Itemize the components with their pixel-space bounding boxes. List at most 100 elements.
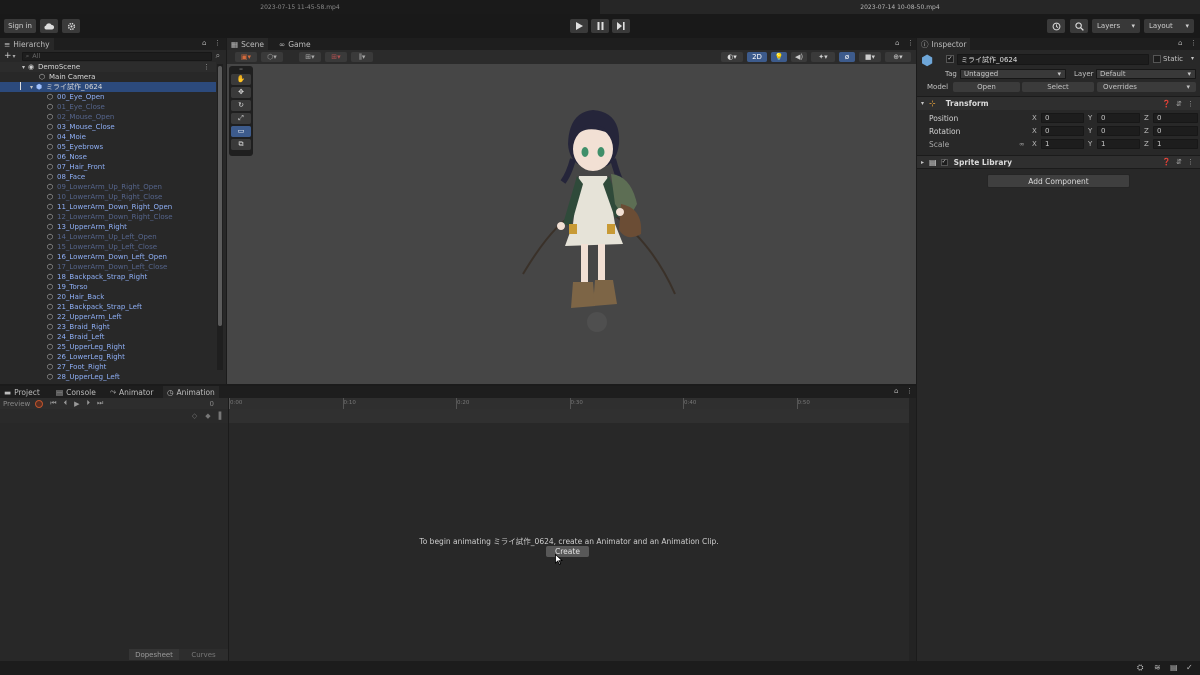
scale-tool-icon[interactable]: ⤢ [231, 113, 251, 124]
curves-tab[interactable]: Curves [179, 649, 228, 660]
next-key-icon[interactable]: ⏵ [86, 399, 90, 408]
audio-icon[interactable]: ◀) [791, 52, 807, 62]
background-tasks-icon[interactable]: ⛭ [1137, 663, 1143, 673]
tree-item[interactable]: ⬡ 20_Hair_Back [0, 292, 216, 302]
rotation-z-field[interactable]: 0 [1153, 126, 1198, 136]
2d-toggle-button[interactable]: 2D [747, 52, 767, 62]
tab-animator[interactable]: ⤳ Animator [106, 386, 157, 398]
position-y-field[interactable]: 0 [1097, 113, 1140, 123]
lock-icon[interactable]: ⌂ [1178, 39, 1182, 47]
create-animation-button[interactable]: Create [546, 546, 589, 557]
timeline-ruler[interactable]: 0:00 0:10 0:20 0:30 0:40 0:50 [229, 398, 909, 409]
drag-handle-icon[interactable]: ═ [231, 68, 251, 73]
layers-dropdown[interactable]: Layers ▾ [1092, 19, 1140, 33]
prev-key-icon[interactable]: ⏴ [64, 399, 68, 408]
help-icon[interactable]: ❓ [1162, 100, 1171, 108]
tree-item[interactable]: ⬡ 07_Hair_Front [0, 162, 216, 172]
chevron-down-icon[interactable]: ▾ [1191, 55, 1194, 62]
tab-scene[interactable]: ▦ Scene [227, 38, 268, 50]
component-menu-icon[interactable]: ⋮ [1187, 100, 1194, 108]
frame-field[interactable]: 0 [210, 400, 214, 408]
tab-hierarchy[interactable]: ≡ Hierarchy [0, 38, 54, 50]
event-marker-icon[interactable]: ▌ [219, 412, 224, 420]
tree-item[interactable]: ⬡ 11_LowerArm_Down_Right_Open [0, 202, 216, 212]
tab-animation[interactable]: ◷ Animation [163, 386, 219, 398]
tree-item[interactable]: ⬡ 04_Moie [0, 132, 216, 142]
camera-icon[interactable]: ■▾ [859, 52, 881, 62]
lighting-icon[interactable]: 💡 [771, 52, 787, 62]
overrides-dropdown[interactable]: Overrides ▾ [1097, 82, 1196, 92]
position-z-field[interactable]: 0 [1153, 113, 1198, 123]
tree-item[interactable]: ⬡ 16_LowerArm_Down_Left_Open [0, 252, 216, 262]
preset-icon[interactable]: ⇵ [1176, 158, 1182, 166]
transform-tool-icon[interactable]: ⧉ [231, 139, 251, 150]
record-icon[interactable] [35, 399, 44, 408]
video-tab-1[interactable]: 2023-07-15 11-45-58.mp4 [0, 0, 600, 14]
open-button[interactable]: Open [953, 82, 1020, 92]
preview-toggle[interactable]: Preview [3, 400, 30, 408]
tree-item[interactable]: ⬡ 23_Braid_Right [0, 322, 216, 332]
hidden-objects-icon[interactable]: ø [839, 52, 855, 62]
pause-button[interactable] [591, 19, 609, 33]
play-icon[interactable]: ▶ [74, 400, 79, 408]
tree-item[interactable]: ⬡ 15_LowerArm_Up_Left_Close [0, 242, 216, 252]
video-tab-2[interactable]: 2023-07-14 10-08-50.mp4 [600, 0, 1200, 14]
scale-y-field[interactable]: 1 [1097, 139, 1140, 149]
play-button[interactable] [570, 19, 588, 33]
grid-snap-icon[interactable]: ⊞▾ [299, 52, 321, 62]
layout-dropdown[interactable]: Layout ▾ [1144, 19, 1194, 33]
rotation-x-field[interactable]: 0 [1041, 126, 1084, 136]
tree-item[interactable]: ⬡ 19_Torso [0, 282, 216, 292]
tree-item[interactable]: ⬡ 05_Eyebrows [0, 142, 216, 152]
static-checkbox[interactable] [1153, 55, 1161, 63]
render-mode-icon[interactable]: ◐▾ [721, 52, 743, 62]
tree-item[interactable]: ⬡ 09_LowerArm_Up_Right_Open [0, 182, 216, 192]
tree-item[interactable]: ⬡ 13_UpperArm_Right [0, 222, 216, 232]
tree-item-selected-prefab[interactable]: ▾ ⬢ ミライ試作_0624 [0, 82, 216, 92]
select-button[interactable]: Select [1022, 82, 1094, 92]
component-menu-icon[interactable]: ⋮ [1187, 158, 1194, 166]
tab-inspector[interactable]: ⓘ Inspector [917, 38, 971, 50]
draw-mode-icon[interactable]: ▣▾ [235, 52, 257, 62]
hand-tool-icon[interactable]: ✋ [231, 74, 251, 85]
scene-row[interactable]: ▾ ◉ DemoScene ⋮ [0, 62, 216, 72]
add-event-icon[interactable]: ◆ [205, 412, 210, 420]
dopesheet-tab[interactable]: Dopesheet [129, 649, 179, 660]
position-x-field[interactable]: 0 [1041, 113, 1084, 123]
tree-item[interactable]: ⬡ 17_LowerArm_Down_Left_Close [0, 262, 216, 272]
step-button[interactable] [612, 19, 630, 33]
more-menu-icon[interactable]: ⋮ [907, 39, 914, 47]
layers-stack-icon[interactable]: ≋ [1154, 663, 1161, 672]
tree-item[interactable]: ⬡ 26_LowerLeg_Right [0, 352, 216, 362]
tree-item[interactable]: ⬡ 12_LowerArm_Down_Right_Close [0, 212, 216, 222]
tree-item[interactable]: ⬡ 03_Mouse_Close [0, 122, 216, 132]
sign-in-button[interactable]: Sign in [4, 19, 36, 33]
sprite-library-header[interactable]: ▸ ▤ ✓ Sprite Library ❓ ⇵ ⋮ [917, 156, 1200, 168]
component-enabled-checkbox[interactable]: ✓ [940, 158, 948, 166]
lock-icon[interactable]: ⌂ [894, 387, 898, 395]
character-sprite[interactable] [503, 104, 683, 354]
more-menu-icon[interactable]: ⋮ [906, 387, 913, 395]
tab-console[interactable]: ▤ Console [52, 386, 100, 398]
shading-icon[interactable]: ⬡▾ [261, 52, 283, 62]
tree-item[interactable]: ⬡ 27_Foot_Right [0, 362, 216, 372]
tree-item[interactable]: ⬡ 02_Mouse_Open [0, 112, 216, 122]
scene-menu-icon[interactable]: ⋮ [203, 63, 210, 71]
tree-item[interactable]: ⬡ 18_Backpack_Strap_Right [0, 272, 216, 282]
more-menu-icon[interactable]: ⋮ [214, 39, 221, 47]
layer-dropdown[interactable]: Default ▾ [1096, 69, 1196, 79]
increment-snap-icon[interactable]: ⊞▾ [325, 52, 347, 62]
add-icon[interactable]: + [4, 51, 12, 61]
search-button[interactable] [1070, 19, 1088, 33]
cache-icon[interactable]: ▤ [1170, 663, 1178, 672]
tree-item[interactable]: ⬡ 06_Nose [0, 152, 216, 162]
status-check-icon[interactable]: ✓ [1186, 663, 1193, 672]
transform-header[interactable]: ▾ ⊹ Transform ❓ ⇵ ⋮ [917, 97, 1200, 110]
scale-z-field[interactable]: 1 [1153, 139, 1198, 149]
tree-item[interactable]: ⬡ 14_LowerArm_Up_Left_Open [0, 232, 216, 242]
event-track[interactable] [229, 409, 909, 423]
active-checkbox[interactable]: ✓ [946, 55, 954, 63]
rotate-tool-icon[interactable]: ↻ [231, 100, 251, 111]
tree-item[interactable]: ⬡ 22_UpperArm_Left [0, 312, 216, 322]
hierarchy-scrollbar[interactable] [217, 64, 223, 370]
